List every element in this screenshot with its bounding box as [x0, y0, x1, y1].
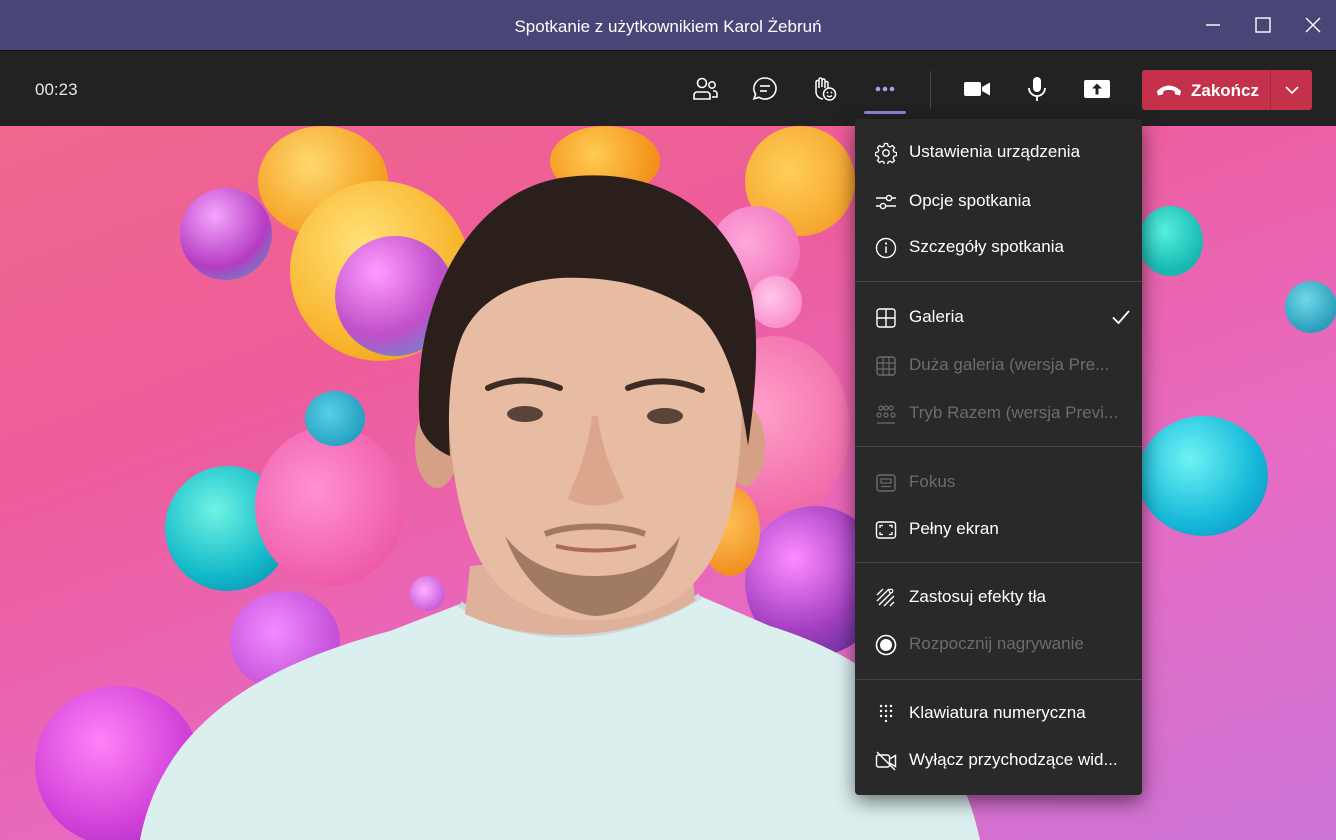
- checkmark-icon: [1112, 310, 1130, 325]
- gear-icon: [875, 142, 897, 164]
- menu-item-large-gallery[interactable]: Duża galeria (wersja Pre...: [855, 343, 1142, 387]
- more-options-icon: [875, 86, 895, 92]
- video-off-icon: [875, 751, 897, 771]
- menu-item-focus[interactable]: Fokus: [855, 460, 1142, 504]
- menu-item-gallery[interactable]: Galeria: [855, 295, 1142, 339]
- share-screen-button[interactable]: [1077, 68, 1117, 110]
- menu-item-label: Opcje spotkania: [909, 191, 1031, 210]
- menu-divider: [855, 446, 1142, 447]
- menu-item-start-recording[interactable]: Rozpocznij nagrywanie: [855, 622, 1142, 666]
- people-icon: [693, 77, 718, 100]
- sliders-icon: [876, 194, 896, 210]
- toolbar-divider: [930, 71, 931, 109]
- hang-up-icon: [1157, 85, 1181, 96]
- menu-divider: [855, 562, 1142, 563]
- fullscreen-icon: [875, 521, 897, 539]
- share-screen-icon: [1084, 80, 1110, 98]
- participants-button[interactable]: [685, 68, 725, 110]
- menu-item-background-effects[interactable]: Zastosuj efekty tła: [855, 575, 1142, 619]
- microphone-button[interactable]: [1017, 68, 1057, 110]
- menu-item-label: Galeria: [909, 307, 964, 326]
- end-call-label: Zakończ: [1191, 81, 1260, 100]
- chat-icon: [752, 77, 777, 101]
- menu-item-label: Duża galeria (wersja Pre...: [909, 355, 1110, 374]
- menu-item-together-mode[interactable]: Tryb Razem (wersja Previ...: [855, 391, 1142, 435]
- menu-item-label: Rozpocznij nagrywanie: [909, 634, 1084, 653]
- menu-item-label: Fokus: [909, 472, 956, 491]
- large-gallery-icon: [876, 356, 896, 376]
- raise-hand-icon: [815, 77, 837, 101]
- active-indicator: [864, 111, 906, 114]
- end-call-button[interactable]: Zakończ: [1142, 70, 1270, 110]
- minimize-button[interactable]: [1188, 0, 1238, 50]
- camera-icon: [964, 82, 990, 96]
- menu-item-label: Pełny ekran: [909, 519, 999, 538]
- meeting-toolbar: 00:23 Zakończ: [0, 50, 1336, 127]
- background-effects-icon: [876, 588, 895, 607]
- menu-divider: [855, 679, 1142, 680]
- together-mode-icon: [876, 405, 896, 424]
- menu-item-label: Klawiatura numeryczna: [909, 703, 1086, 722]
- record-icon: [875, 634, 897, 656]
- menu-item-label: Szczegóły spotkania: [909, 237, 1064, 256]
- menu-item-turn-off-incoming-video[interactable]: Wyłącz przychodzące wid...: [855, 738, 1142, 782]
- maximize-button[interactable]: [1238, 0, 1288, 50]
- camera-button[interactable]: [957, 68, 997, 110]
- menu-item-meeting-options[interactable]: Opcje spotkania: [855, 179, 1142, 223]
- menu-item-label: Wyłącz przychodzące wid...: [909, 750, 1118, 769]
- dialpad-icon: [879, 704, 893, 723]
- minimize-icon: [1206, 24, 1220, 26]
- end-call-dropdown-button[interactable]: [1271, 70, 1312, 110]
- menu-item-label: Zastosuj efekty tła: [909, 587, 1047, 606]
- end-call-control: Zakończ: [1142, 70, 1312, 110]
- menu-item-label: Ustawienia urządzenia: [909, 142, 1081, 161]
- chevron-down-icon: [1285, 86, 1299, 95]
- chat-button[interactable]: [745, 68, 785, 110]
- close-button[interactable]: [1288, 0, 1336, 50]
- more-options-button[interactable]: [864, 68, 906, 114]
- focus-icon: [876, 474, 896, 492]
- window-title: Spotkanie z użytkownikiem Karol Żebruń: [514, 17, 822, 36]
- gallery-grid-icon: [876, 308, 896, 328]
- maximize-icon: [1255, 17, 1271, 33]
- reactions-button[interactable]: [804, 68, 844, 110]
- window-titlebar: Spotkanie z użytkownikiem Karol Żebruń: [0, 0, 1336, 50]
- menu-item-fullscreen[interactable]: Pełny ekran: [855, 507, 1142, 551]
- menu-divider: [855, 281, 1142, 282]
- close-icon: [1305, 17, 1321, 33]
- menu-item-meeting-details[interactable]: Szczegóły spotkania: [855, 225, 1142, 269]
- menu-item-dialpad[interactable]: Klawiatura numeryczna: [855, 691, 1142, 735]
- menu-item-device-settings[interactable]: Ustawienia urządzenia: [855, 130, 1142, 174]
- more-options-menu: Ustawienia urządzenia Opcje spotkania Sz…: [855, 119, 1142, 795]
- call-timer: 00:23: [35, 80, 78, 99]
- info-icon: [875, 237, 897, 259]
- menu-item-label: Tryb Razem (wersja Previ...: [909, 403, 1119, 422]
- microphone-icon: [1028, 77, 1046, 101]
